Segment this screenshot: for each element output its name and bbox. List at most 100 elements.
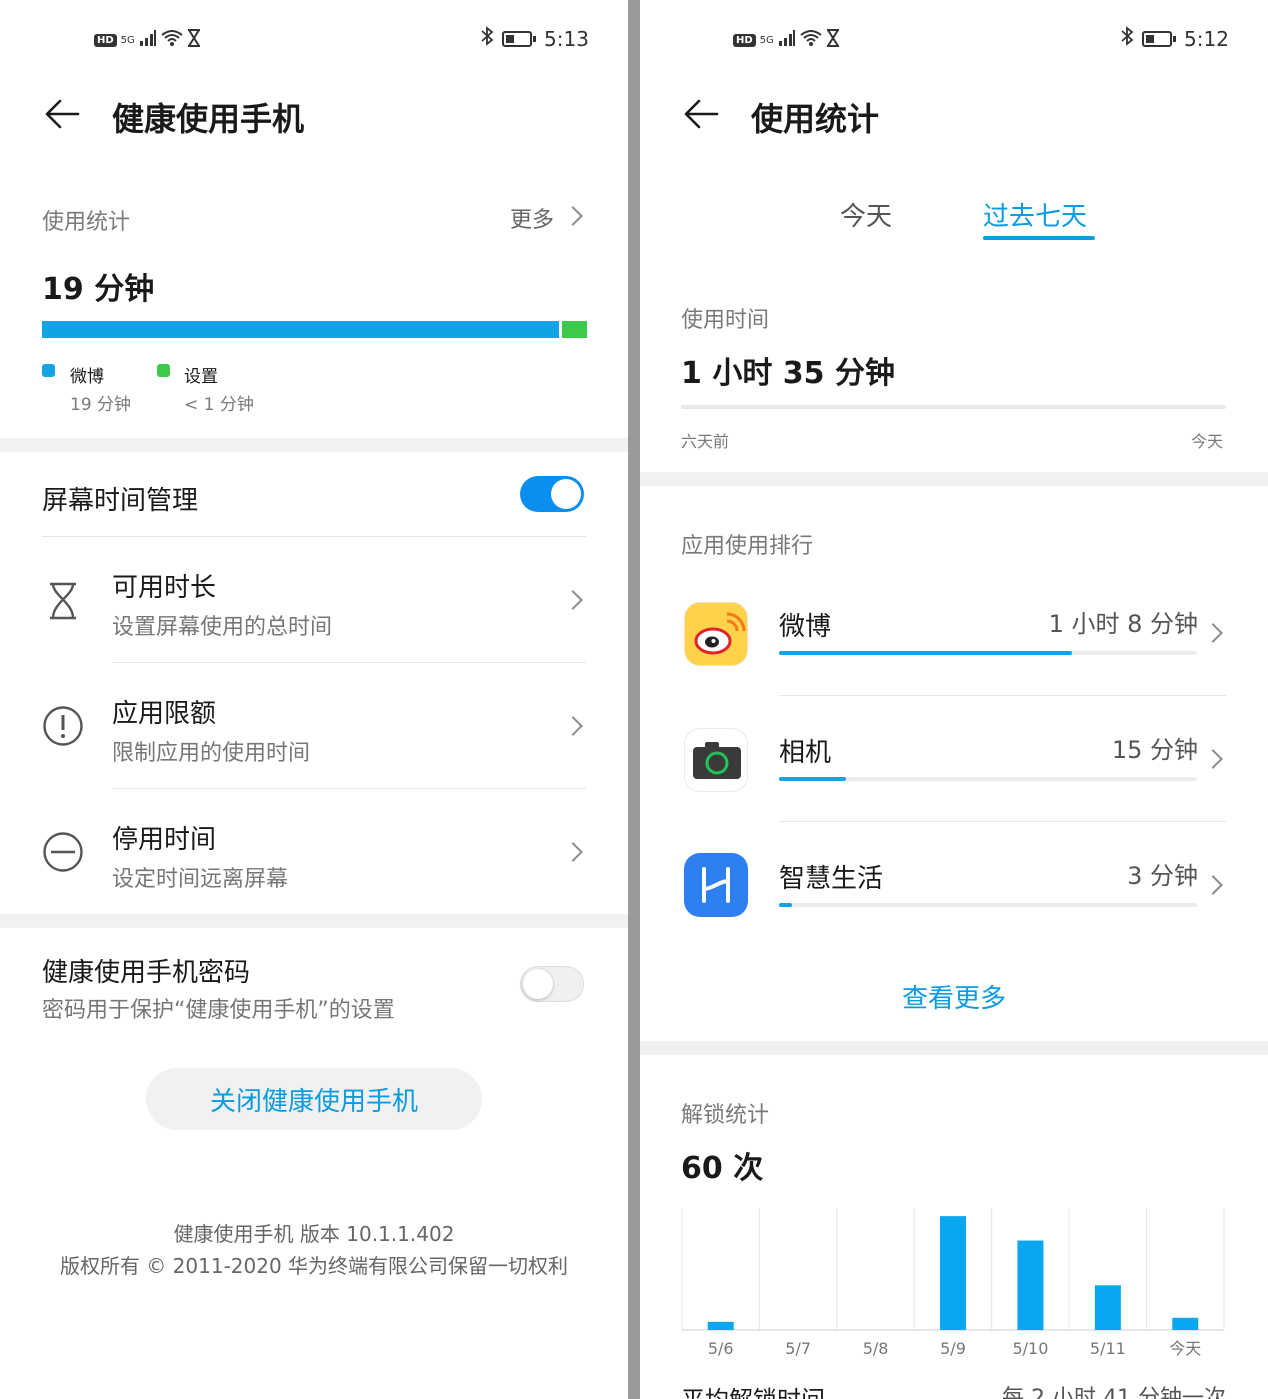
app-usage-track [779,903,1197,907]
unlock-bar [707,1321,734,1330]
usage-total: 19 分钟 [42,272,155,307]
active-tab-indicator [983,236,1095,240]
legend-app-time: < 1 分钟 [184,395,254,415]
settings-legend-swatch [157,364,170,377]
status-icons-right: 5:13 [480,26,589,51]
section-divider [0,438,628,452]
password-subtitle: 密码用于保护“健康使用手机”的设置 [42,998,395,1023]
avg-unlock-value: 每 2 小时 41 分钟一次 [1002,1386,1226,1399]
page-title: 健康使用手机 [112,100,305,138]
x-tick-label: 今天 [1169,1339,1201,1358]
item-title: 停用时间 [112,825,217,855]
item-subtitle: 设置屏幕使用的总时间 [112,615,333,640]
app-rank-row-camera[interactable]: 相机 15 分钟 [640,696,1268,821]
item-title: 可用时长 [112,573,217,603]
unlock-count: 60 次 [681,1151,764,1186]
app-usage-fill [779,651,1072,655]
smart-life-icon [684,853,748,917]
hourglass-status-icon [187,28,201,52]
chevron-right-icon [1203,623,1223,643]
app-time: 1 小时 8 分钟 [1048,610,1198,638]
left-screen: HD 5G 5:13 健康使用手机 使用统计 更多 19 分钟 微博 19 分钟… [0,0,628,1399]
app-time: 3 分钟 [1127,862,1198,890]
list-item-available-time[interactable]: 可用时长 设置屏幕使用的总时间 [0,537,628,662]
status-bar: HD 5G 5:12 [640,26,1268,56]
avg-unlock-label: 平均解锁时间 [681,1380,825,1399]
weibo-icon [684,602,748,666]
password-toggle[interactable] [520,966,584,1002]
status-time: 5:13 [544,26,589,51]
page-title: 使用统计 [751,100,880,138]
chevron-right-icon [1203,875,1223,895]
x-tick-label: 5/9 [940,1339,966,1358]
ranking-label: 应用使用排行 [681,534,814,559]
signal-icon [139,28,157,52]
section-divider [640,472,1268,486]
network-type: 5G [120,34,135,46]
app-name: 智慧生活 [779,864,884,894]
camera-icon [684,728,748,792]
app-usage-track [779,777,1197,781]
close-healthy-use-button[interactable]: 关闭健康使用手机 [146,1068,482,1130]
x-tick-label: 5/8 [863,1339,889,1358]
hd-icon: HD [94,33,117,47]
bluetooth-icon [480,26,494,51]
toggle-knob [551,479,581,509]
unlock-bar [1017,1240,1044,1330]
wifi-icon [800,28,822,52]
usage-time-value: 1 小时 35 分钟 [681,356,895,391]
usage-stacked-bar [42,321,587,338]
tab-past-seven-days[interactable]: 过去七天 [983,196,1087,233]
exclamation-circle-icon [42,705,84,751]
app-time: 15 分钟 [1111,736,1198,764]
status-icons-right: 5:12 [1120,26,1229,51]
app-name: 微博 [779,612,832,642]
minus-circle-icon [42,831,84,877]
copyright-text: 版权所有 © 2011-2020 华为终端有限公司保留一切权利 [59,1254,569,1278]
weibo-legend-swatch [42,364,55,377]
timeline-end-label: 今天 [1191,432,1224,451]
legend-app-name: 微博 [70,367,104,387]
right-screen: HD 5G 5:12 使用统计 今天 过去七天 使用时间 1 小时 35 分钟 [640,0,1268,1399]
app-rank-row-smart-life[interactable]: 智慧生活 3 分钟 [640,822,1268,947]
app-usage-fill [779,903,792,907]
screen-time-label: 屏幕时间管理 [42,486,199,516]
see-more-link[interactable]: 查看更多 [640,978,1268,1015]
section-divider [640,1041,1268,1055]
x-tick-label: 5/11 [1090,1339,1126,1358]
chevron-right-icon[interactable] [563,206,583,226]
unlock-bar-chart: 5/6 5/7 5/8 5/9 5/10 5/11 今天 [681,1208,1225,1358]
wifi-icon [161,28,183,52]
status-bar: HD 5G 5:13 [0,26,628,56]
usage-segment [42,321,560,338]
back-arrow-icon[interactable] [683,98,719,134]
list-item-app-limits[interactable]: 应用限额 限制应用的使用时间 [0,663,628,788]
timeline-start-label: 六天前 [681,432,730,451]
app-rank-row-weibo[interactable]: 微博 1 小时 8 分钟 [640,570,1268,695]
usage-timeline-bar [681,405,1226,409]
status-icons-left: HD 5G [733,28,840,52]
legend-app-name: 设置 [184,367,218,387]
back-arrow-icon[interactable] [44,98,80,134]
hourglass-icon [44,581,82,625]
more-link[interactable]: 更多 [510,202,554,234]
app-name: 相机 [779,738,832,768]
status-time: 5:12 [1184,26,1229,51]
bluetooth-icon [1120,26,1134,51]
x-tick-label: 5/10 [1012,1339,1048,1358]
hourglass-status-icon [826,28,840,52]
unlock-bar [1172,1317,1199,1330]
screen-time-toggle[interactable] [520,476,584,512]
chevron-right-icon [1203,749,1223,769]
list-item-downtime[interactable]: 停用时间 设定时间远离屏幕 [0,789,628,914]
item-subtitle: 设定时间远离屏幕 [112,867,289,892]
hd-icon: HD [733,33,756,47]
app-usage-track [779,651,1197,655]
usage-time-label: 使用时间 [681,308,770,333]
tab-today[interactable]: 今天 [840,196,892,233]
toggle-knob [523,969,553,999]
battery-icon [1142,30,1176,47]
network-type: 5G [759,34,774,46]
chevron-right-icon [563,590,583,610]
legend-app-time: 19 分钟 [70,395,132,415]
